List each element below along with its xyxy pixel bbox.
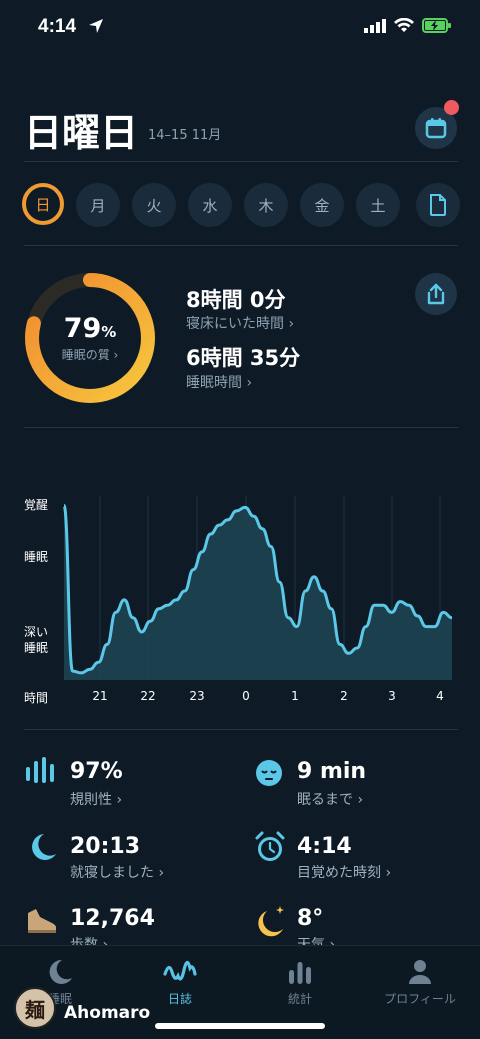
status-time: 4:14 (38, 16, 77, 37)
x-tick-label: 23 (189, 689, 205, 703)
day-sun[interactable]: 日 (22, 183, 64, 225)
x-tick-label: 22 (140, 689, 156, 703)
person-icon (409, 960, 431, 984)
moon-icon (32, 834, 56, 860)
divider (24, 729, 458, 730)
x-tick-label: 4 (436, 689, 444, 703)
chart-bars-icon (289, 962, 311, 984)
tab-stats-label: 統計 (287, 992, 312, 1006)
bars-icon (26, 757, 54, 783)
journal-button[interactable] (416, 183, 460, 227)
status-bar: 4:14 (0, 0, 480, 56)
quality-unit: % (101, 323, 117, 341)
tab-stats[interactable]: 統計 (240, 958, 360, 1007)
stat-fall-asleep-icon (253, 755, 289, 795)
divider (24, 245, 458, 246)
stat-steps-value: 12,764 (70, 906, 155, 931)
sleep-area (64, 505, 452, 680)
x-axis-label: 時間 (24, 691, 49, 705)
x-tick-label: 1 (291, 689, 299, 703)
time-in-bed-value: 8時間 0分 (186, 288, 286, 312)
battery-charging-icon (422, 18, 451, 33)
signal-icon (364, 18, 386, 33)
divider (24, 427, 458, 428)
divider (24, 161, 458, 162)
stat-regularity-value: 97% (70, 759, 123, 784)
calendar-icon (425, 118, 447, 139)
sleep-time-value: 6時間 35分 (186, 346, 301, 370)
document-icon (430, 194, 446, 216)
tab-journal-label: 日誌 (167, 992, 192, 1006)
stat-bedtime-link[interactable]: 就寝しました › (70, 862, 164, 882)
notification-dot (444, 100, 459, 115)
x-tick-label: 0 (242, 689, 250, 703)
stat-bedtime-icon (24, 830, 60, 870)
shoe-icon (28, 909, 57, 933)
sleep-time-link[interactable]: 睡眠時間 › (186, 372, 252, 392)
wave-icon (163, 960, 197, 981)
y-label-awake: 覚醒 (24, 498, 49, 512)
tab-profile-label: プロフィール (384, 992, 456, 1006)
avatar-glyph: 麺 (25, 997, 45, 1022)
x-tick-label: 21 (92, 689, 108, 703)
x-tick-label: 3 (388, 689, 396, 703)
stat-bedtime-value: 20:13 (70, 834, 141, 859)
time-in-bed-link[interactable]: 寝床にいた時間 › (186, 313, 294, 333)
sleep-quality-label[interactable]: 睡眠の質 › (40, 346, 140, 363)
share-icon (427, 283, 445, 305)
date-range: 14–15 11月 (148, 128, 222, 143)
stat-fall-asleep-link[interactable]: 眠るまで › (297, 789, 363, 809)
avatar: 麺 (14, 987, 56, 1029)
wifi-icon (394, 18, 414, 32)
page-title: 日曜日 (24, 111, 139, 155)
tab-profile[interactable]: プロフィール (360, 958, 480, 1007)
day-mon[interactable]: 月 (76, 183, 120, 227)
stat-weather-icon (253, 903, 289, 943)
stat-regularity-link[interactable]: 規則性 › (70, 789, 122, 809)
day-fri[interactable]: 金 (300, 183, 344, 227)
sleep-quality-value: 79% (40, 313, 140, 344)
sleep-hypnogram-chart (62, 496, 453, 680)
day-tue[interactable]: 火 (132, 183, 176, 227)
tab-journal[interactable]: 日誌 (120, 958, 240, 1007)
location-arrow-icon (88, 18, 104, 38)
y-label-deep-sleep: 深い睡眠 (24, 625, 49, 655)
status-icons (364, 18, 452, 33)
day-sat[interactable]: 土 (356, 183, 400, 227)
home-indicator (155, 1023, 325, 1029)
x-tick-label: 2 (340, 689, 348, 703)
quality-number: 79 (63, 313, 102, 344)
day-selector: 日 月 火 水 木 金 土 (22, 183, 400, 227)
username: Ahomaro (64, 1003, 151, 1023)
day-wed[interactable]: 水 (188, 183, 232, 227)
moon-stars-icon (258, 906, 284, 937)
alarm-clock-icon (255, 831, 285, 861)
stat-wakeup-value: 4:14 (297, 834, 352, 859)
stat-regularity-icon (24, 755, 60, 795)
share-button[interactable] (415, 273, 457, 315)
moon-icon (49, 959, 72, 984)
sleepy-face-icon (256, 760, 282, 786)
stat-fall-asleep-value: 9 min (297, 759, 367, 784)
y-label-sleep: 睡眠 (24, 550, 49, 564)
stat-weather-value: 8° (297, 906, 324, 931)
day-thu[interactable]: 木 (244, 183, 288, 227)
stat-steps-icon (24, 903, 60, 943)
stat-wakeup-icon (253, 830, 289, 870)
stat-wakeup-link[interactable]: 目覚めた時刻 › (297, 862, 391, 882)
